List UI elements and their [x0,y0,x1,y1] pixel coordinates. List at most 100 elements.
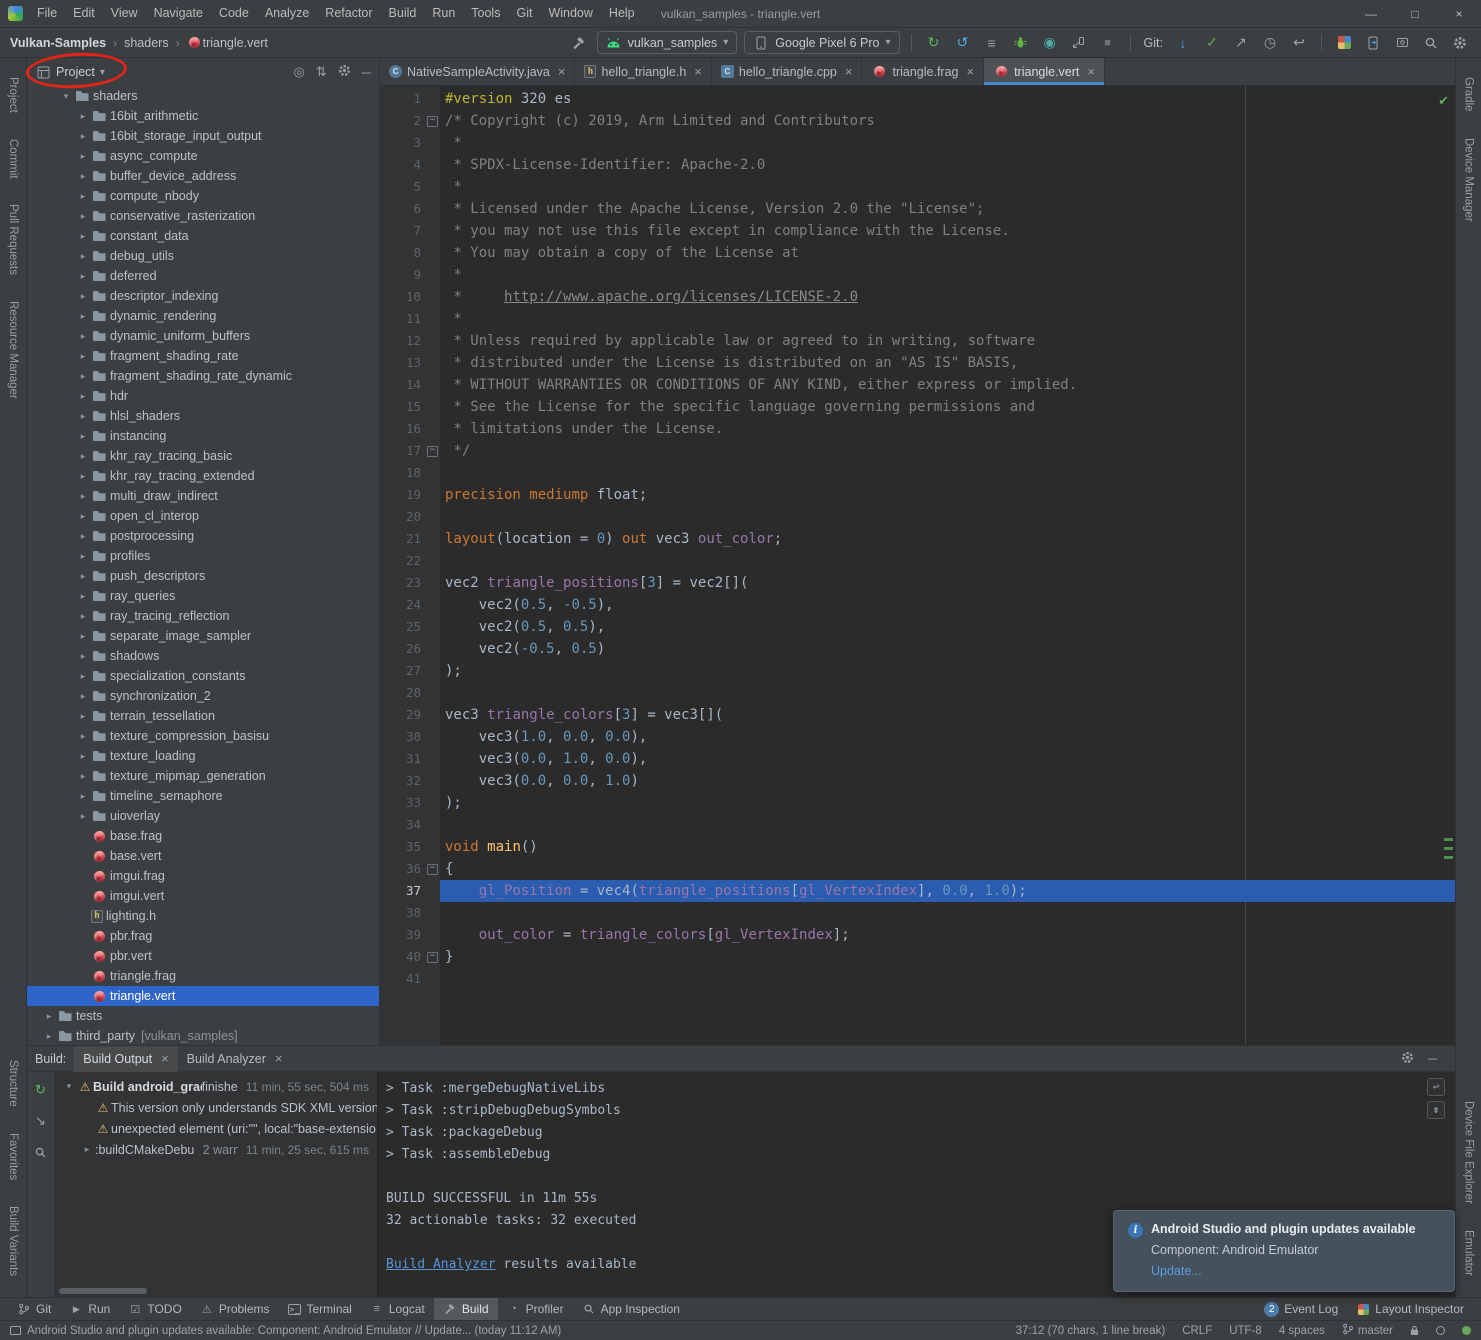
toolwindow-stripe-project[interactable]: Project [7,77,19,113]
background-tasks-icon[interactable] [1436,1326,1445,1335]
tree-item-base-vert[interactable]: base.vert [27,846,379,866]
tab-triangle-frag[interactable]: triangle.frag× [862,58,984,85]
tree-item-fragment-shading-rate[interactable]: ▸fragment_shading_rate [27,346,379,366]
inspections-ok-icon[interactable]: ✔ [1438,93,1449,109]
toolwindow-stripe-device-file-explorer[interactable]: Device File Explorer [1463,1101,1475,1204]
toolwindow-stripe-commit[interactable]: Commit [7,139,19,179]
toolwindow-button-git[interactable]: Git [8,1298,60,1321]
project-tree[interactable]: ▾shaders▸16bit_arithmetic▸16bit_storage_… [27,86,379,1045]
code-line-39[interactable]: out_color = triangle_colors[gl_VertexInd… [440,924,1455,946]
chevron-right-icon[interactable]: ▸ [75,531,91,542]
menu-edit[interactable]: Edit [65,0,103,27]
lock-icon[interactable] [1410,1325,1419,1336]
tab-nativesampleactivity-java[interactable]: CNativeSampleActivity.java× [380,58,575,85]
rerun-build-icon[interactable]: ↻ [32,1081,50,1099]
gutter-line-9[interactable]: 9 [380,264,440,286]
gutter-line-23[interactable]: 23 [380,572,440,594]
search-icon[interactable] [1420,32,1442,54]
gutter-line-4[interactable]: 4 [380,154,440,176]
rollback-icon[interactable]: ↩ [1288,32,1310,54]
code-line-16[interactable]: * limitations under the License. [440,418,1455,440]
git-branch-widget[interactable]: master [1342,1323,1393,1338]
gutter-line-34[interactable]: 34 [380,814,440,836]
push-icon[interactable]: ↗ [1230,32,1252,54]
tree-item-specialization-constants[interactable]: ▸specialization_constants [27,666,379,686]
tree-item-tests[interactable]: ▸tests [27,1006,379,1026]
tree-item-texture-mipmap-generation[interactable]: ▸texture_mipmap_generation [27,766,379,786]
tree-item-timeline-semaphore[interactable]: ▸timeline_semaphore [27,786,379,806]
gutter-line-24[interactable]: 24 [380,594,440,616]
code-line-41[interactable] [440,968,1455,990]
chevron-right-icon[interactable]: ▸ [75,231,91,242]
gutter-line-13[interactable]: 13 [380,352,440,374]
close-button[interactable]: × [1437,0,1481,27]
tree-item-dynamic-uniform-buffers[interactable]: ▸dynamic_uniform_buffers [27,326,379,346]
encoding[interactable]: UTF-8 [1229,1325,1262,1337]
chevron-right-icon[interactable]: ▸ [75,811,91,822]
device-manager-icon[interactable] [1362,32,1384,54]
tree-item-fragment-shading-rate-dynamic[interactable]: ▸fragment_shading_rate_dynamic [27,366,379,386]
tree-item-multi-draw-indirect[interactable]: ▸multi_draw_indirect [27,486,379,506]
gutter-line-21[interactable]: 21 [380,528,440,550]
chevron-right-icon[interactable]: ▸ [75,311,91,322]
chevron-right-icon[interactable]: ▸ [75,251,91,262]
code-line-3[interactable]: * [440,132,1455,154]
close-tab-icon[interactable]: × [161,1051,169,1066]
close-tab-icon[interactable]: × [275,1051,283,1066]
code-line-20[interactable] [440,506,1455,528]
tree-item-instancing[interactable]: ▸instancing [27,426,379,446]
chevron-right-icon[interactable]: ▸ [75,431,91,442]
menu-run[interactable]: Run [424,0,463,27]
code-line-40[interactable]: } [440,946,1455,968]
chevron-right-icon[interactable]: ▸ [75,371,91,382]
toolwindow-stripe-gradle[interactable]: Gradle [1463,77,1475,112]
chevron-right-icon[interactable]: ▸ [75,611,91,622]
code-line-9[interactable]: * [440,264,1455,286]
chevron-right-icon[interactable]: ▸ [75,151,91,162]
toolwindow-stripe-resource-manager[interactable]: Resource Manager [7,301,19,399]
tree-item-hlsl-shaders[interactable]: ▸hlsl_shaders [27,406,379,426]
code-line-19[interactable]: precision mediump float; [440,484,1455,506]
build-variants-icon[interactable]: ≡ [981,32,1003,54]
code-line-35[interactable]: void main() [440,836,1455,858]
toolwindow-stripe-device-manager[interactable]: Device Manager [1463,138,1475,222]
indent-setting[interactable]: 4 spaces [1279,1325,1325,1337]
build-settings-gear-icon[interactable] [1401,1051,1414,1067]
fold-icon[interactable] [425,110,440,132]
tree-item-terrain-tessellation[interactable]: ▸terrain_tessellation [27,706,379,726]
menu-tools[interactable]: Tools [463,0,508,27]
gutter-line-28[interactable]: 28 [380,682,440,704]
gutter-line-11[interactable]: 11 [380,308,440,330]
gutter-line-7[interactable]: 7 [380,220,440,242]
chevron-right-icon[interactable]: ▸ [75,471,91,482]
tree-item-shaders[interactable]: ▾shaders [27,86,379,106]
gutter-line-31[interactable]: 31 [380,748,440,770]
chevron-down-icon[interactable]: ▾ [61,1081,77,1092]
toolwindow-button-todo[interactable]: ☑TODO [119,1298,190,1321]
tree-item-debug-utils[interactable]: ▸debug_utils [27,246,379,266]
gutter-line-3[interactable]: 3 [380,132,440,154]
code-line-2[interactable]: /* Copyright (c) 2019, Arm Limited and C… [440,110,1455,132]
status-message[interactable]: Android Studio and plugin updates availa… [10,1325,561,1337]
code-line-29[interactable]: vec3 triangle_colors[3] = vec3[]( [440,704,1455,726]
toolwindow-button-app-inspection[interactable]: App Inspection [573,1298,689,1321]
tree-item-hdr[interactable]: ▸hdr [27,386,379,406]
toolwindow-stripe-favorites[interactable]: Favorites [7,1133,19,1180]
chevron-right-icon[interactable]: ▸ [75,691,91,702]
chevron-right-icon[interactable]: ▸ [75,751,91,762]
select-opened-file-icon[interactable]: ◎ [294,64,305,80]
tree-item-texture-compression-basisu[interactable]: ▸texture_compression_basisu [27,726,379,746]
chevron-right-icon[interactable]: ▸ [75,791,91,802]
code-line-34[interactable] [440,814,1455,836]
chevron-right-icon[interactable]: ▸ [75,351,91,362]
code-line-10[interactable]: * http://www.apache.org/licenses/LICENSE… [440,286,1455,308]
chevron-right-icon[interactable]: ▸ [75,451,91,462]
tree-item-khr-ray-tracing-extended[interactable]: ▸khr_ray_tracing_extended [27,466,379,486]
tree-item-16bit-storage-input-output[interactable]: ▸16bit_storage_input_output [27,126,379,146]
code-line-32[interactable]: vec3(0.0, 0.0, 1.0) [440,770,1455,792]
fold-icon[interactable] [425,440,440,462]
chevron-right-icon[interactable]: ▸ [75,551,91,562]
caret-position[interactable]: 37:12 (70 chars, 1 line break) [1016,1325,1166,1337]
chevron-right-icon[interactable]: ▸ [75,111,91,122]
gutter-line-14[interactable]: 14 [380,374,440,396]
